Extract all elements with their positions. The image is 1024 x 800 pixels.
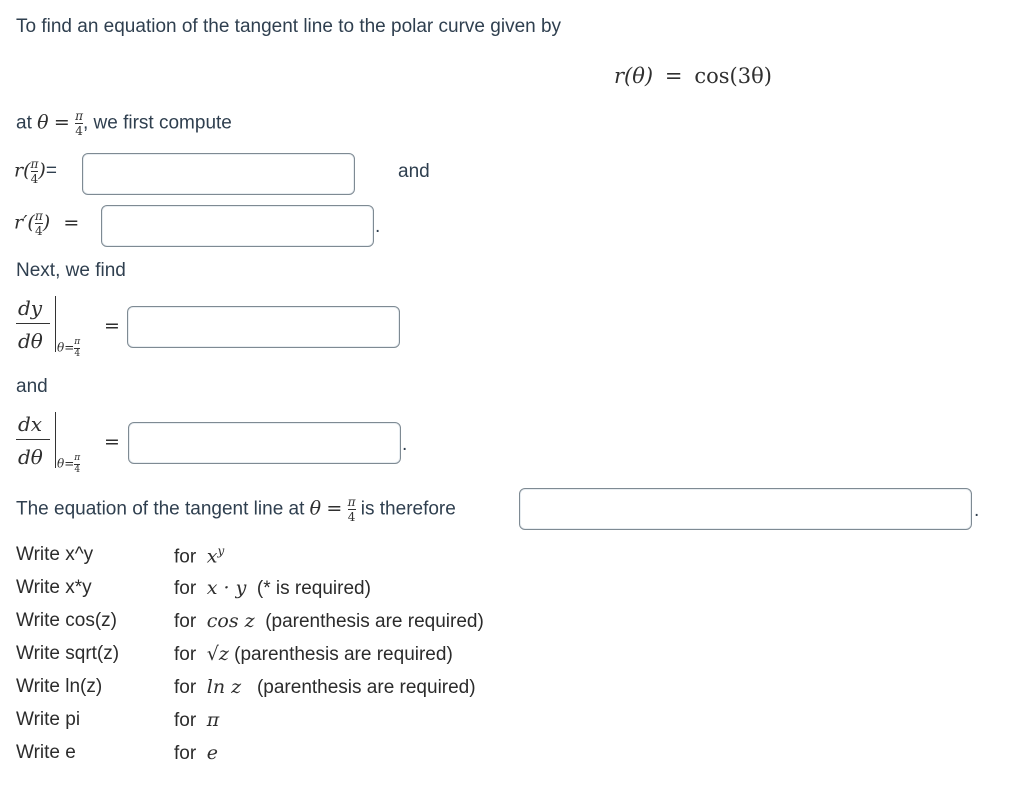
intro-text: To find an equation of the tangent line … <box>16 16 562 37</box>
dy-equals: = <box>104 315 120 337</box>
r-prime-value-input[interactable] <box>101 205 374 247</box>
r-at-pi4-label: r(π 4)= <box>14 157 57 186</box>
r-prime-label: r′(π 4) = <box>14 209 80 238</box>
tangent-equation-input[interactable] <box>519 488 972 530</box>
polar-equation: r(θ) = cos(3θ) <box>614 64 772 88</box>
and-text: and <box>398 161 430 182</box>
period-3: . <box>974 500 980 521</box>
and-text-2: and <box>16 376 48 397</box>
dx-dtheta-input[interactable] <box>128 422 401 464</box>
pi-over-4-fraction: π4 <box>75 109 83 138</box>
next-text: Next, we find <box>16 260 126 281</box>
dx-dtheta-derivative: dx dθ θ= π 4 <box>16 412 81 475</box>
dy-dtheta-input[interactable] <box>127 306 400 348</box>
dy-dtheta-derivative: dy dθ θ= π 4 <box>16 296 81 359</box>
dx-equals: = <box>104 431 120 453</box>
period: . <box>375 216 381 237</box>
tangent-line-text: The equation of the tangent line at θ = … <box>16 495 456 524</box>
at-theta-line: at θ = π4 , we first compute <box>16 109 232 138</box>
period-2: . <box>402 434 408 455</box>
r-value-input[interactable] <box>82 153 355 195</box>
